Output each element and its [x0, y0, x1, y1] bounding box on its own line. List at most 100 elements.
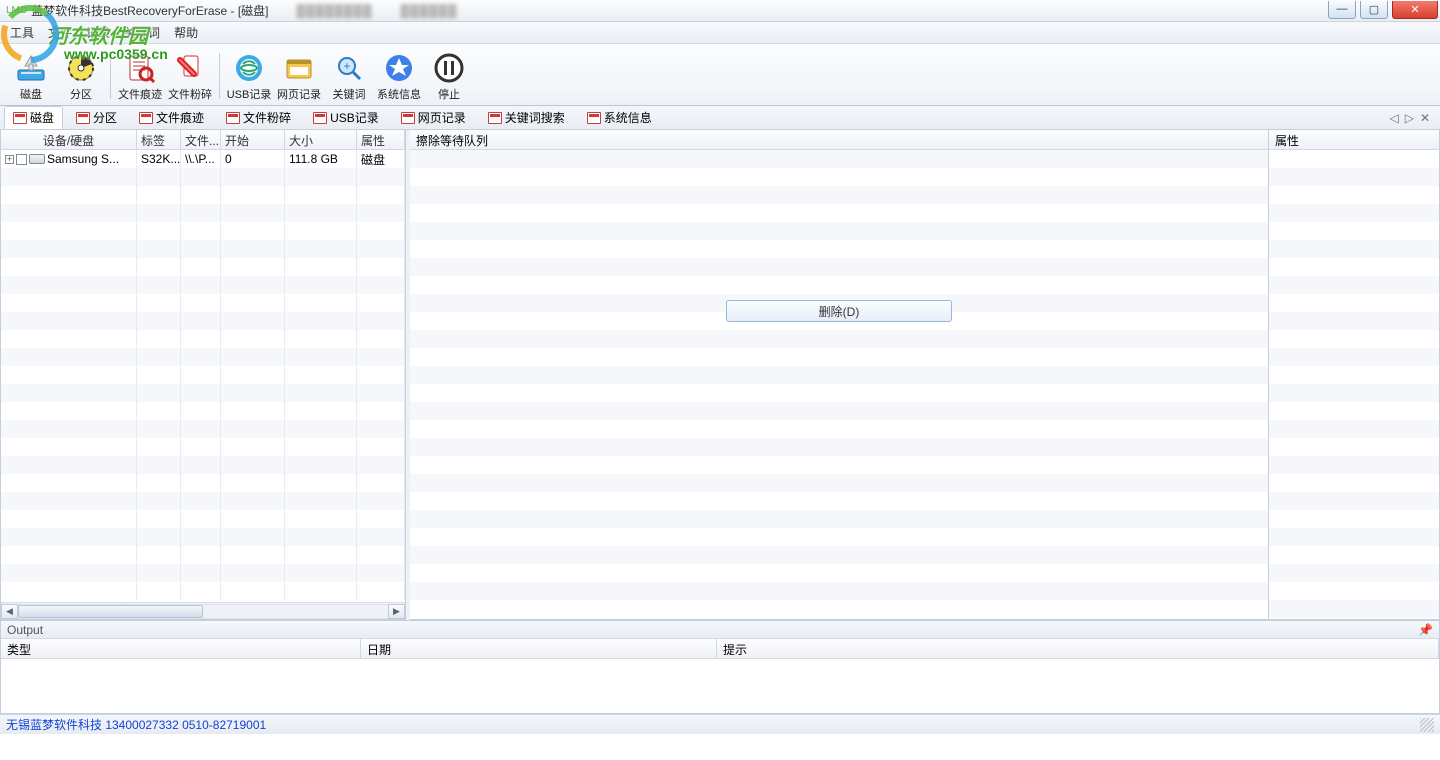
output-title: Output: [7, 623, 43, 637]
tab-icon: [226, 112, 240, 124]
status-link[interactable]: 无锡蓝梦软件科技 13400027332 0510-82719001: [6, 716, 266, 733]
col-erase-queue[interactable]: 擦除等待队列: [410, 130, 1268, 150]
scroll-left-icon[interactable]: ◀: [1, 604, 18, 619]
output-col-date[interactable]: 日期: [361, 639, 717, 658]
table-row: [1, 330, 405, 348]
tab-sysinfo[interactable]: 系统信息: [578, 106, 661, 129]
table-row: [1, 276, 405, 294]
left-grid-body: + Samsung S... S32K... \\.\P... 0 111.8 …: [1, 150, 405, 602]
table-row: [1, 510, 405, 528]
table-row: [1, 294, 405, 312]
scrollbar-thumb[interactable]: [18, 605, 203, 618]
menu-bar: 工具 文件 记录 关键词 帮助: [0, 22, 1440, 44]
close-button[interactable]: ✕: [1392, 1, 1438, 19]
scroll-right-icon[interactable]: ▶: [388, 604, 405, 619]
table-row: [1, 456, 405, 474]
table-row: [1, 258, 405, 276]
usb-icon: [233, 52, 265, 84]
checkbox[interactable]: [16, 154, 27, 165]
tab-usb[interactable]: USB记录: [304, 106, 388, 129]
tab-next-icon[interactable]: ▷: [1405, 111, 1414, 125]
minimize-button[interactable]: —: [1328, 1, 1356, 19]
stop-icon: [433, 52, 465, 84]
pin-icon[interactable]: 📌: [1418, 623, 1433, 637]
resize-grip-icon[interactable]: [1420, 718, 1434, 732]
table-row: [1, 168, 405, 186]
maximize-button[interactable]: ▢: [1360, 1, 1388, 19]
tab-icon: [13, 112, 27, 124]
col-start[interactable]: 开始: [221, 130, 285, 149]
toolbar: 磁盘 分区 文件痕迹 文件粉碎 USB记录 网页记录 + 关键词 系统信息 停止: [0, 44, 1440, 106]
status-bar: 无锡蓝梦软件科技 13400027332 0510-82719001: [0, 714, 1440, 734]
menu-help[interactable]: 帮助: [174, 24, 198, 41]
menu-tools[interactable]: 工具: [10, 24, 34, 41]
tab-close-icon[interactable]: ✕: [1420, 111, 1430, 125]
table-row: [1, 348, 405, 366]
cell-start: 0: [221, 150, 285, 168]
tool-usb[interactable]: USB记录: [224, 50, 274, 104]
tab-icon: [401, 112, 415, 124]
table-row: [1, 240, 405, 258]
tab-icon: [76, 112, 90, 124]
table-row: [1, 186, 405, 204]
col-label[interactable]: 标签: [137, 130, 181, 149]
col-fs[interactable]: 文件...: [181, 130, 221, 149]
tool-stop[interactable]: 停止: [424, 50, 474, 104]
delete-button[interactable]: 删除(D): [726, 300, 952, 322]
table-row: [1, 438, 405, 456]
erase-queue-body: 删除(D): [410, 150, 1268, 619]
left-hscroll[interactable]: ◀ ▶: [1, 602, 405, 619]
output-panel: Output 📌 类型 日期 提示: [0, 620, 1440, 714]
col-attr-right[interactable]: 属性: [1269, 130, 1439, 150]
watermark-url: www.pc0359.cn: [64, 46, 168, 62]
disk-icon: [15, 52, 47, 84]
menu-keyword[interactable]: 关键词: [124, 24, 160, 41]
svg-text:+: +: [343, 59, 350, 73]
table-row: [1, 204, 405, 222]
menu-record[interactable]: 记录: [86, 24, 110, 41]
keyword-icon: +: [333, 52, 365, 84]
output-col-msg[interactable]: 提示: [717, 639, 1439, 658]
tab-web[interactable]: 网页记录: [392, 106, 475, 129]
hdd-icon: [29, 154, 45, 164]
left-pane: 设备/硬盘 标签 文件... 开始 大小 属性 + Samsung S... S…: [0, 130, 406, 620]
output-col-type[interactable]: 类型: [1, 639, 361, 658]
tab-keyword[interactable]: 关键词搜索: [479, 106, 574, 129]
tab-prev-icon[interactable]: ◁: [1389, 111, 1398, 125]
table-row: [1, 564, 405, 582]
menu-file[interactable]: 文件: [48, 24, 72, 41]
sysinfo-icon: [383, 52, 415, 84]
shred-icon: [174, 52, 206, 84]
table-row: [1, 384, 405, 402]
col-size[interactable]: 大小: [285, 130, 357, 149]
tool-shred[interactable]: 文件粉碎: [165, 50, 215, 104]
col-device[interactable]: 设备/硬盘: [1, 130, 137, 149]
tool-disk[interactable]: 磁盘: [6, 50, 56, 104]
tool-web[interactable]: 网页记录: [274, 50, 324, 104]
col-attr[interactable]: 属性: [357, 130, 405, 149]
table-row: [1, 366, 405, 384]
tab-icon: [139, 112, 153, 124]
table-row: [1, 420, 405, 438]
tool-keyword[interactable]: + 关键词: [324, 50, 374, 104]
cell-size: 111.8 GB: [285, 150, 357, 168]
cell-label: S32K...: [137, 150, 181, 168]
tool-sysinfo[interactable]: 系统信息: [374, 50, 424, 104]
table-row: [1, 528, 405, 546]
table-row[interactable]: + Samsung S... S32K... \\.\P... 0 111.8 …: [1, 150, 405, 168]
left-grid-header: 设备/硬盘 标签 文件... 开始 大小 属性: [1, 130, 405, 150]
right-pane: 擦除等待队列 删除(D) 属性: [410, 130, 1440, 620]
expand-icon[interactable]: +: [5, 155, 14, 164]
output-body: [1, 659, 1439, 713]
tab-icon: [587, 112, 601, 124]
tab-partition[interactable]: 分区: [67, 106, 126, 129]
tab-trace[interactable]: 文件痕迹: [130, 106, 213, 129]
cell-fs: \\.\P...: [181, 150, 221, 168]
table-row: [1, 402, 405, 420]
tab-disk[interactable]: 磁盘: [4, 106, 63, 129]
tab-icon: [313, 112, 327, 124]
title-bar: LMD 蓝梦软件科技BestRecoveryForErase - [磁盘] ██…: [0, 0, 1440, 22]
cell-device: Samsung S...: [47, 152, 119, 166]
tab-shred[interactable]: 文件粉碎: [217, 106, 300, 129]
table-row: [1, 582, 405, 600]
